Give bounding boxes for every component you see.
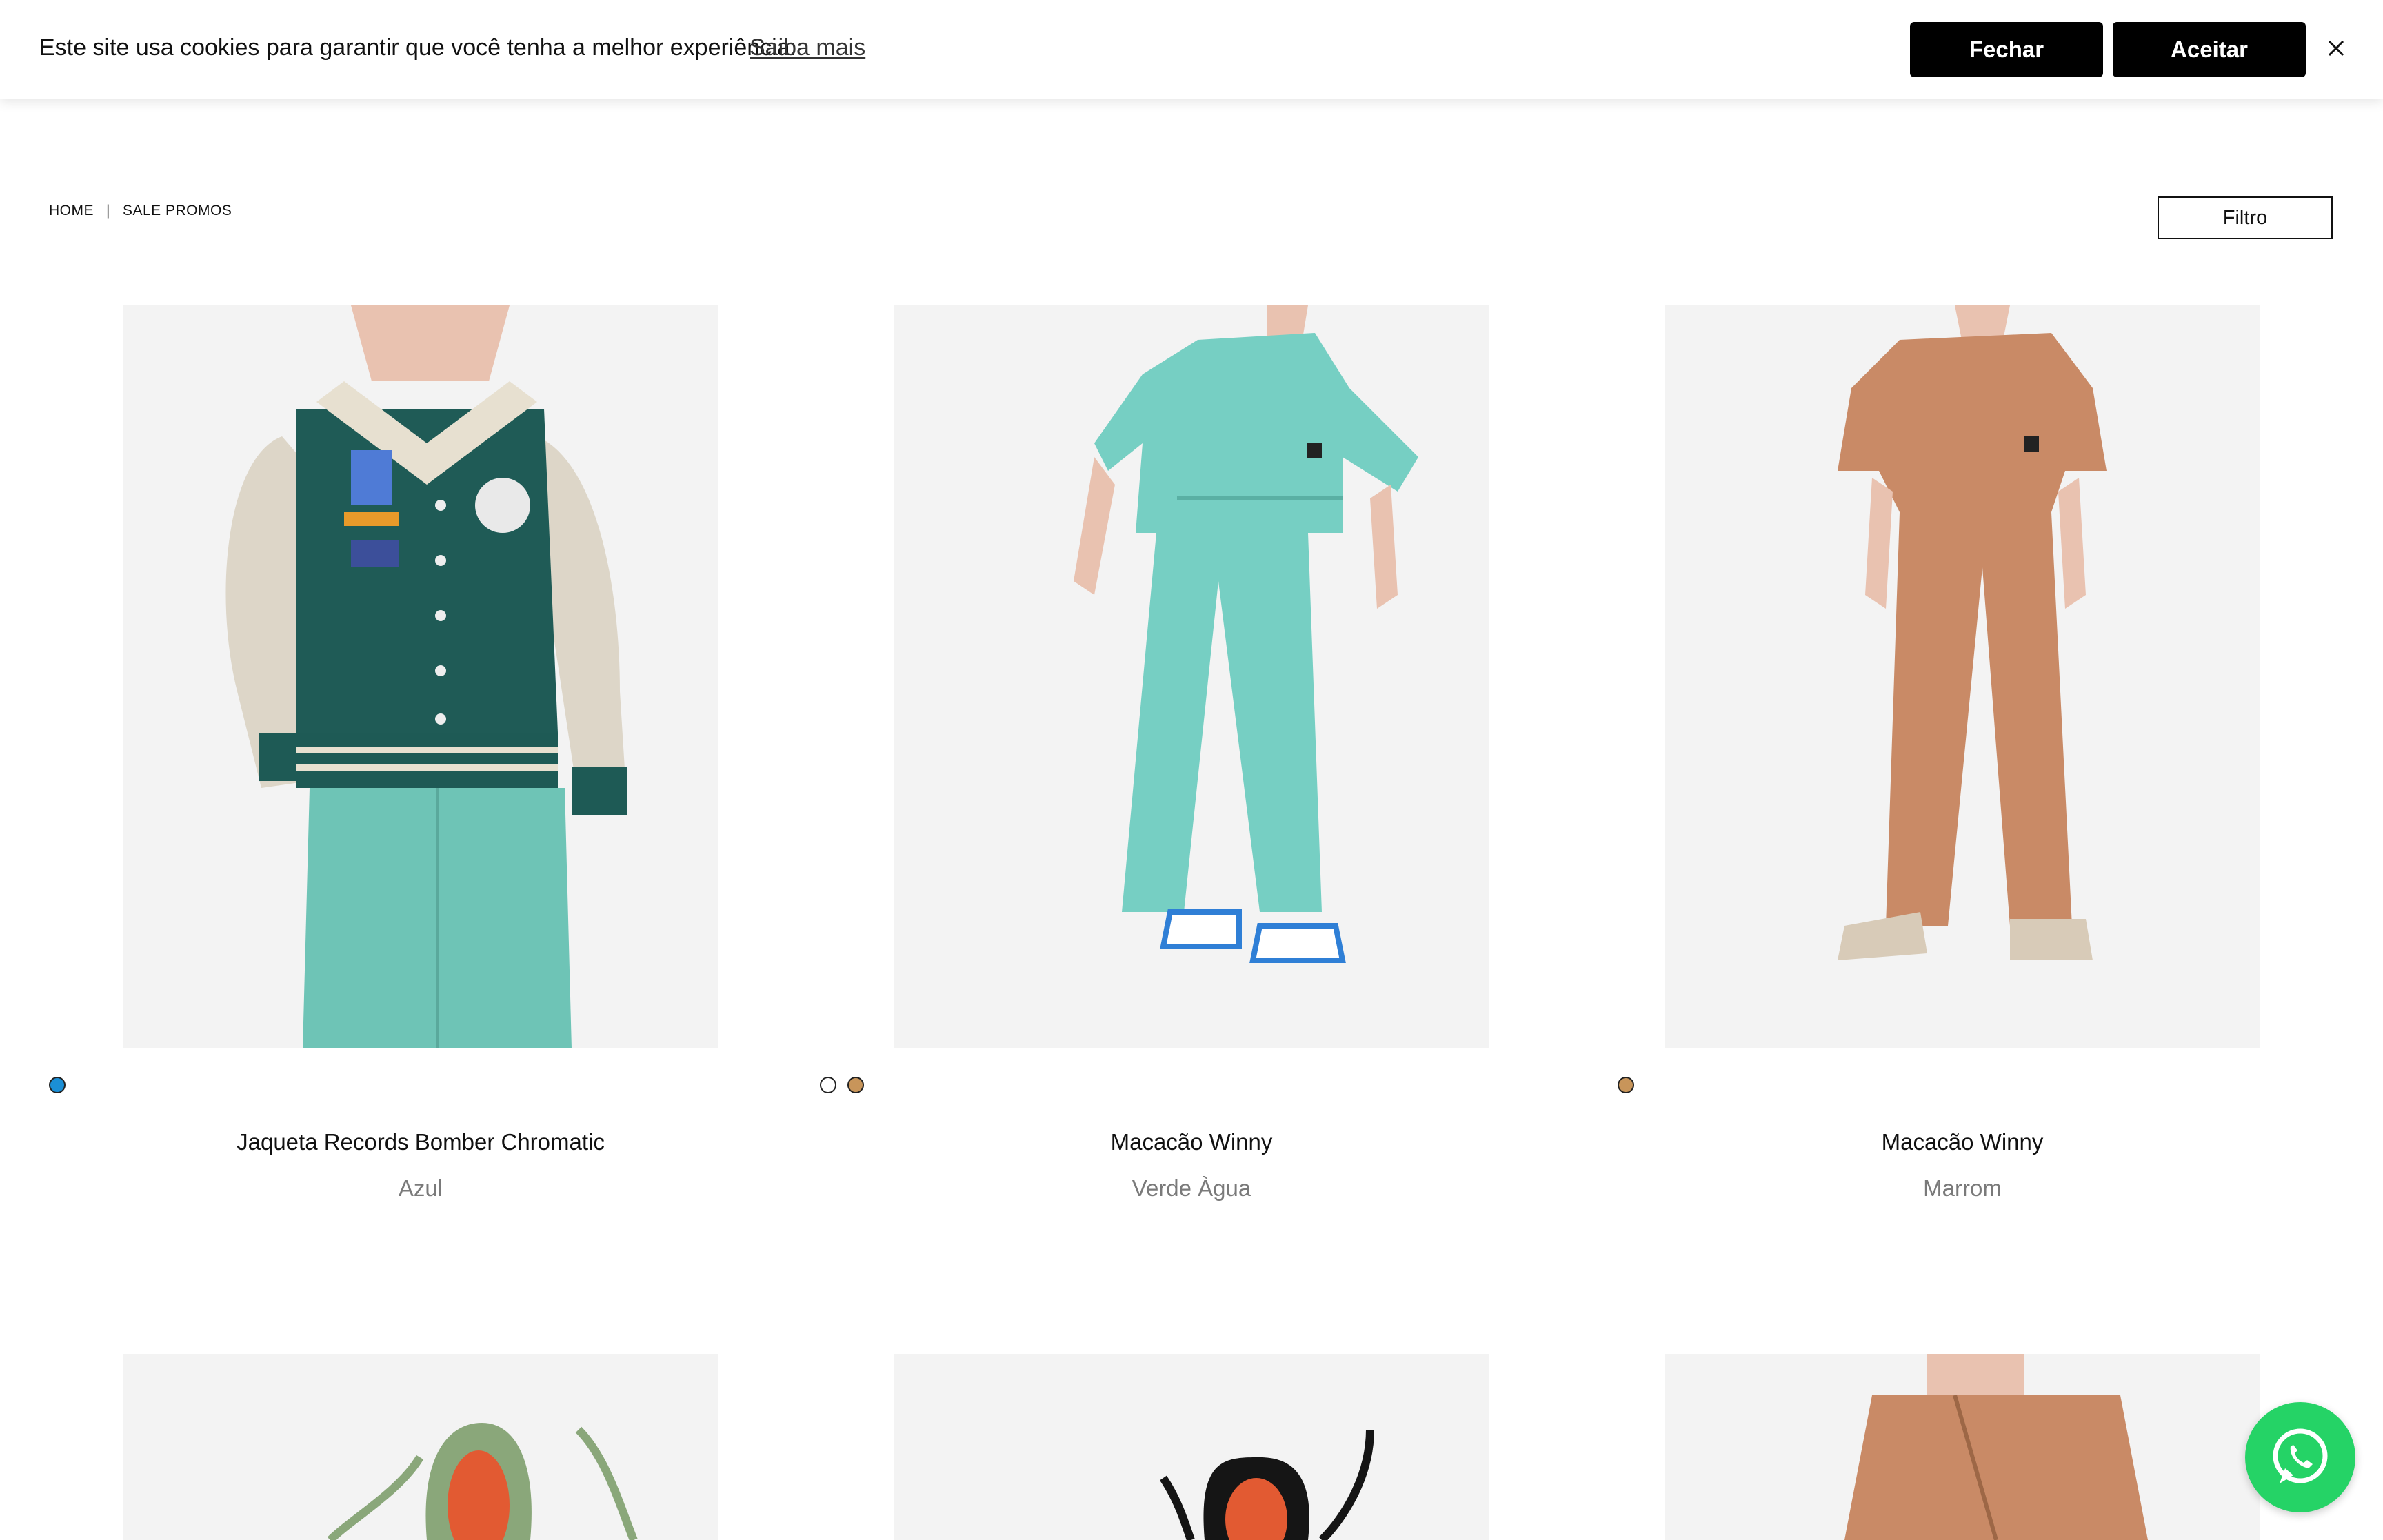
filter-button[interactable]: Filtro <box>2158 196 2333 239</box>
jacket-brown-illustration <box>1665 1354 2260 1540</box>
learn-more-link[interactable]: Saiba mais <box>750 34 865 61</box>
product-name[interactable]: Macacão Winny <box>894 1129 1489 1155</box>
product-color: Marrom <box>1923 1175 2002 1201</box>
accept-cookie-button[interactable]: Aceitar <box>2113 22 2306 77</box>
cookie-banner: Este site usa cookies para garantir que … <box>0 0 2383 99</box>
jumpsuit-teal-illustration <box>894 305 1489 1048</box>
product-image-jacket-brown[interactable] <box>1665 1354 2260 1540</box>
product-image-jumpsuit-teal[interactable] <box>894 305 1489 1048</box>
product-image-jumpsuit-brown[interactable] <box>1665 305 2260 1048</box>
close-cookie-button[interactable]: Fechar <box>1910 22 2103 77</box>
product-name[interactable]: Macacão Winny <box>1665 1129 2260 1155</box>
whatsapp-icon <box>2273 1428 2328 1483</box>
color-swatches <box>1618 1077 1634 1093</box>
swatch-blue[interactable] <box>49 1077 66 1093</box>
product-color: Azul <box>398 1175 443 1201</box>
close-icon[interactable] <box>2322 34 2350 62</box>
product-image-sneaker-black[interactable] <box>894 1354 1489 1540</box>
breadcrumb-current[interactable]: SALE PROMOS <box>123 203 232 219</box>
breadcrumb-separator: | <box>106 203 110 219</box>
product-image-sneaker-green[interactable] <box>123 1354 718 1540</box>
sneaker-green-illustration <box>123 1354 718 1540</box>
swatch-brown[interactable] <box>847 1077 864 1093</box>
color-swatches <box>820 1077 864 1093</box>
swatch-brown[interactable] <box>1618 1077 1634 1093</box>
breadcrumb: HOME | SALE PROMOS <box>49 203 232 219</box>
swatch-white[interactable] <box>820 1077 836 1093</box>
cookie-message: Este site usa cookies para garantir que … <box>39 34 797 61</box>
jumpsuit-brown-illustration <box>1665 305 2260 1048</box>
product-name[interactable]: Jaqueta Records Bomber Chromatic <box>123 1129 718 1155</box>
product-color: Verde Àgua <box>1132 1175 1251 1201</box>
jacket-model-illustration <box>123 305 718 1048</box>
color-swatches <box>49 1077 66 1093</box>
breadcrumb-home[interactable]: HOME <box>49 203 94 219</box>
whatsapp-button[interactable] <box>2245 1402 2355 1512</box>
sneaker-black-illustration <box>894 1354 1489 1540</box>
product-image-jacket[interactable] <box>123 305 718 1048</box>
